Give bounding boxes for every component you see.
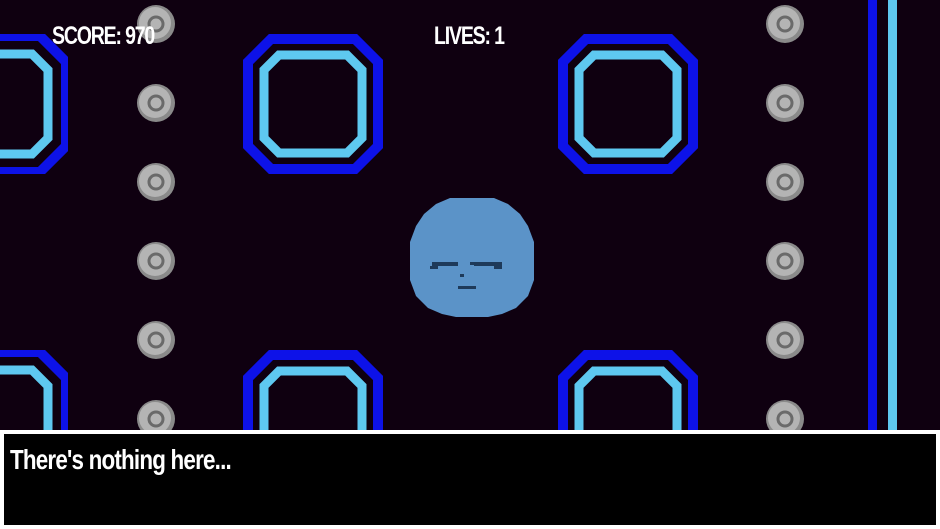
maze-block bbox=[558, 34, 698, 174]
coin-pellet bbox=[137, 242, 175, 280]
coin-pellet bbox=[766, 242, 804, 280]
player-blob-character bbox=[410, 198, 534, 317]
dialog-text: There's nothing here... bbox=[10, 444, 232, 475]
coin-pellet bbox=[766, 321, 804, 359]
coin-pellet bbox=[137, 321, 175, 359]
maze-block bbox=[243, 34, 383, 174]
maze-block bbox=[0, 34, 68, 174]
coin-pellet bbox=[766, 5, 804, 43]
coin-pellet bbox=[766, 84, 804, 122]
coin-pellet bbox=[137, 163, 175, 201]
lives-display: LIVES: 1 bbox=[434, 22, 505, 50]
score-display: SCORE: 970 bbox=[52, 22, 155, 50]
coin-pellet bbox=[766, 163, 804, 201]
dialog-box[interactable]: There's nothing here... bbox=[0, 430, 940, 529]
maze-wall-right bbox=[868, 0, 897, 440]
game-screen: SCORE: 970 LIVES: 1 There's nothing here… bbox=[0, 0, 940, 529]
coin-pellet bbox=[137, 84, 175, 122]
